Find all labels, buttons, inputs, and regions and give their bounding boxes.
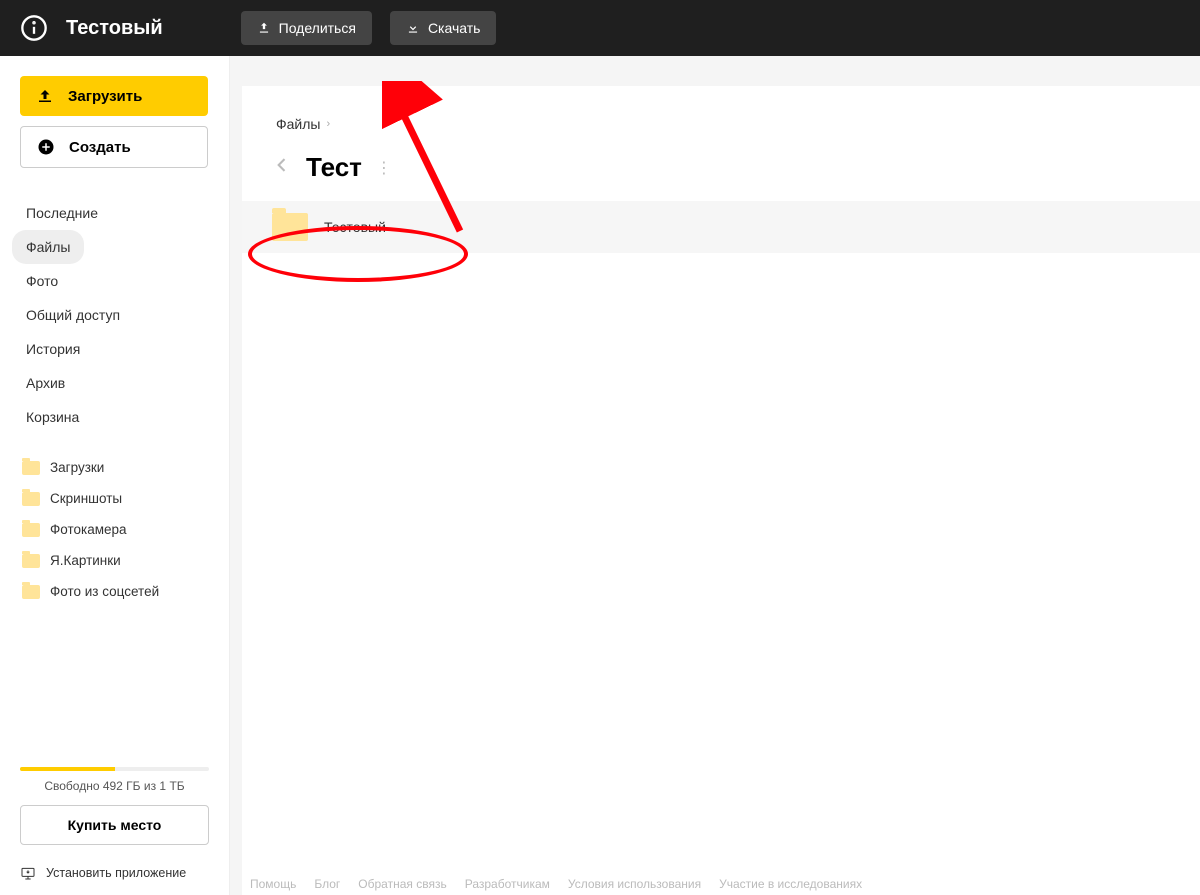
nav-item-archive[interactable]: Архив <box>12 366 79 400</box>
footer-link[interactable]: Разработчикам <box>465 877 550 891</box>
download-button-label: Скачать <box>428 20 481 36</box>
install-app-link[interactable]: Установить приложение <box>12 861 217 885</box>
footer-links: Помощь Блог Обратная связь Разработчикам… <box>250 877 862 891</box>
folder-icon <box>22 554 40 568</box>
sidebar-folder-label: Фотокамера <box>50 522 127 537</box>
sidebar-folder-camera[interactable]: Фотокамера <box>12 514 217 545</box>
nav-item-files[interactable]: Файлы <box>12 230 84 264</box>
upload-icon <box>36 87 54 105</box>
install-icon <box>20 865 36 881</box>
storage-text: Свободно 492 ГБ из 1 ТБ <box>12 779 217 793</box>
info-icon[interactable] <box>20 14 48 42</box>
sidebar-folder-social[interactable]: Фото из соцсетей <box>12 576 217 607</box>
sidebar-folder-yapictures[interactable]: Я.Картинки <box>12 545 217 576</box>
folder-icon <box>22 585 40 599</box>
footer-link[interactable]: Обратная связь <box>358 877 446 891</box>
footer-link[interactable]: Помощь <box>250 877 296 891</box>
file-row-name: Тестовый <box>324 219 386 235</box>
nav-item-recent[interactable]: Последние <box>12 196 112 230</box>
buy-storage-button[interactable]: Купить место <box>20 805 209 845</box>
topbar-title: Тестовый <box>66 17 163 40</box>
folder-icon <box>22 492 40 506</box>
nav-item-photo[interactable]: Фото <box>12 264 72 298</box>
install-app-label: Установить приложение <box>46 866 186 880</box>
footer-link[interactable]: Блог <box>314 877 340 891</box>
main-content: Файлы › Тест ⋮ Тестовый <box>242 86 1200 895</box>
more-options-icon[interactable]: ⋮ <box>376 158 394 178</box>
storage-bar <box>20 767 209 771</box>
nav-list: Последние Файлы Фото Общий доступ Истори… <box>12 196 217 434</box>
share-button-label: Поделиться <box>279 20 356 36</box>
sidebar-folder-label: Я.Картинки <box>50 553 121 568</box>
sidebar-folder-label: Скриншоты <box>50 491 122 506</box>
sidebar-folder-screenshots[interactable]: Скриншоты <box>12 483 217 514</box>
nav-item-shared[interactable]: Общий доступ <box>12 298 134 332</box>
plus-circle-icon <box>37 138 55 156</box>
upload-button-label: Загрузить <box>68 88 142 105</box>
nav-item-history[interactable]: История <box>12 332 94 366</box>
footer-link[interactable]: Участие в исследованиях <box>719 877 862 891</box>
chevron-right-icon: › <box>326 118 330 130</box>
download-button[interactable]: Скачать <box>390 11 497 45</box>
back-arrow-icon[interactable] <box>272 155 292 180</box>
upload-button[interactable]: Загрузить <box>20 76 208 116</box>
breadcrumb: Файлы › <box>242 116 1200 152</box>
storage-bar-fill <box>20 767 115 771</box>
nav-item-trash[interactable]: Корзина <box>12 400 93 434</box>
folder-icon <box>22 461 40 475</box>
create-button[interactable]: Создать <box>20 126 208 168</box>
sidebar-folder-label: Загрузки <box>50 460 104 475</box>
sidebar-folder-downloads[interactable]: Загрузки <box>12 452 217 483</box>
download-icon <box>406 21 420 35</box>
folder-icon <box>272 213 308 241</box>
topbar: Тестовый Поделиться Скачать <box>0 0 1200 56</box>
folder-header: Тест ⋮ <box>242 152 1200 201</box>
file-row[interactable]: Тестовый <box>242 201 1200 253</box>
breadcrumb-root[interactable]: Файлы <box>276 116 320 132</box>
sidebar-folder-label: Фото из соцсетей <box>50 584 159 599</box>
share-icon <box>257 21 271 35</box>
folder-list: Загрузки Скриншоты Фотокамера Я.Картинки… <box>12 452 217 607</box>
folder-title: Тест <box>306 152 362 183</box>
sidebar: Загрузить Создать Последние Файлы Фото О… <box>0 56 230 895</box>
footer-link[interactable]: Условия использования <box>568 877 701 891</box>
folder-icon <box>22 523 40 537</box>
create-button-label: Создать <box>69 139 131 156</box>
share-button[interactable]: Поделиться <box>241 11 372 45</box>
